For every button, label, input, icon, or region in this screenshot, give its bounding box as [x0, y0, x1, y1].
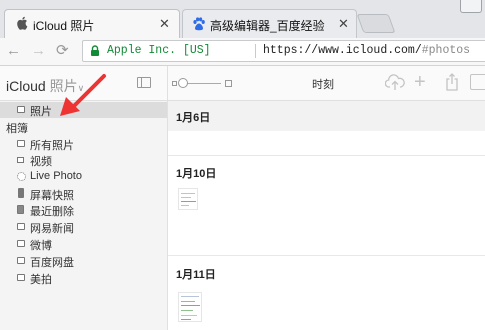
screenshot-icon	[18, 188, 24, 198]
profile-icon[interactable]	[460, 0, 482, 13]
sidebar-item-meipai[interactable]: 美拍	[0, 270, 167, 286]
back-icon[interactable]: ←	[6, 42, 21, 60]
sidebar-item-label: 视频	[30, 156, 52, 168]
video-icon	[17, 157, 24, 163]
tab-title: iCloud 照片	[33, 19, 95, 33]
secure-origin-label: Apple Inc. [US]	[107, 44, 211, 57]
moment-header	[168, 101, 485, 131]
sidebar-item-label: Live Photo	[30, 170, 82, 182]
sidebar-item-label: 所有照片	[30, 140, 74, 152]
album-icon	[17, 240, 25, 247]
albums-header: 相簿	[6, 123, 28, 135]
upload-icon[interactable]	[385, 73, 405, 91]
album-icon	[17, 223, 25, 230]
app-brand: iCloud	[6, 78, 46, 94]
address-separator	[255, 44, 256, 58]
tab-title: 高级编辑器_百度经验	[210, 19, 325, 33]
sidebar-item-all-photos[interactable]: 所有照片	[0, 136, 167, 152]
sidebar-item-label: 美拍	[30, 274, 52, 286]
album-icon	[17, 140, 25, 147]
sidebar-item-netease-news[interactable]: 网易新闻	[0, 219, 167, 235]
sidebar-item-label: 屏幕快照	[30, 190, 74, 202]
section-divider	[168, 155, 485, 156]
sidebar-item-baidu-netdisk[interactable]: 百度网盘	[0, 253, 167, 269]
address-bar[interactable]: Apple Inc. [US] https://www.icloud.com/#…	[82, 40, 485, 62]
photos-icon	[17, 106, 25, 113]
sidebar-item-weibo[interactable]: 微博	[0, 236, 167, 252]
sidebar-item-live-photo[interactable]: Live Photo	[0, 169, 167, 185]
zoom-slider-knob[interactable]	[178, 78, 188, 88]
close-icon[interactable]: ✕	[159, 16, 170, 32]
photo-thumbnail[interactable]	[178, 292, 202, 322]
moment-date: 1月6日	[176, 112, 211, 124]
album-icon	[17, 274, 25, 281]
share-icon[interactable]	[445, 73, 459, 91]
zoom-in-icon[interactable]	[225, 80, 232, 87]
moment-date: 1月10日	[176, 168, 217, 180]
sidebar-item-label: 微博	[30, 240, 52, 252]
photo-thumbnail[interactable]	[178, 188, 198, 210]
sidebar-item-label: 百度网盘	[30, 257, 74, 269]
annotation-arrow	[60, 74, 106, 116]
sidebar-item-videos[interactable]: 视频	[0, 152, 167, 168]
baidu-paw-icon	[193, 17, 205, 31]
sidebar-item-label: 网易新闻	[30, 223, 74, 235]
trash-icon	[17, 205, 24, 214]
live-photo-icon	[17, 172, 26, 181]
url-host: https://www.icloud.com/	[263, 44, 422, 57]
zoom-out-icon[interactable]	[172, 81, 177, 86]
apple-icon	[17, 16, 28, 30]
new-tab-button[interactable]	[356, 14, 396, 33]
browser-toolbar: ← → ⟳ Apple Inc. [US] https://www.icloud…	[0, 38, 485, 66]
tab-icloud-photos[interactable]: iCloud 照片 ✕	[4, 9, 180, 38]
forward-icon[interactable]: →	[31, 42, 46, 60]
sidebar-item-screenshots[interactable]: 屏幕快照	[0, 186, 167, 202]
moment-date: 1月11日	[176, 269, 216, 281]
url-path: #photos	[421, 44, 471, 57]
url-text: https://www.icloud.com/#photos	[263, 44, 470, 57]
sidebar-item-label: 最近删除	[30, 206, 74, 218]
view-title: 时刻	[312, 79, 334, 91]
sidebar-toggle-icon[interactable]	[137, 77, 151, 88]
add-icon[interactable]: +	[414, 72, 426, 92]
sidebar-item-label: 照片	[30, 106, 52, 118]
delete-icon[interactable]	[470, 74, 485, 90]
section-divider	[168, 255, 485, 256]
album-icon	[17, 257, 25, 264]
lock-icon	[91, 45, 99, 56]
tab-baidu-editor[interactable]: 高级编辑器_百度经验 ✕	[182, 9, 357, 38]
reload-icon[interactable]: ⟳	[56, 42, 69, 60]
sidebar-item-recently-deleted[interactable]: 最近删除	[0, 202, 167, 218]
close-icon[interactable]: ✕	[338, 16, 349, 32]
